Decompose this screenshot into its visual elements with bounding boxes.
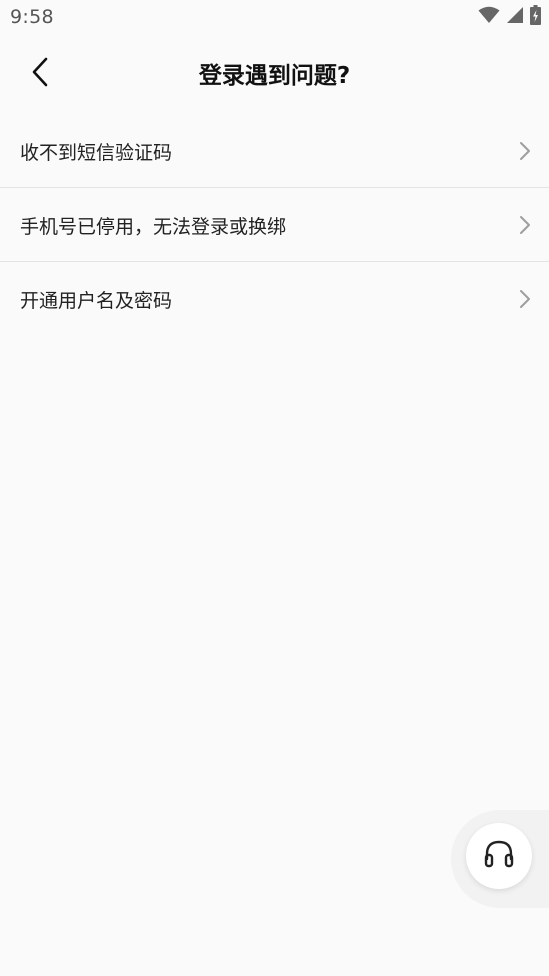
battery-charging-icon: [530, 5, 541, 29]
list-item-label: 手机号已停用，无法登录或换绑: [20, 216, 287, 238]
customer-support-button[interactable]: [466, 823, 532, 889]
cell-signal-icon: [506, 6, 524, 28]
list-item-username-password[interactable]: 开通用户名及密码: [0, 262, 549, 335]
chevron-right-icon: [519, 289, 531, 309]
chevron-right-icon: [519, 141, 531, 161]
status-icons: [478, 5, 541, 29]
list-item-phone-disabled[interactable]: 手机号已停用，无法登录或换绑: [0, 188, 549, 262]
list-item-label: 开通用户名及密码: [20, 290, 173, 312]
chevron-right-icon: [519, 215, 531, 235]
page-title: 登录遇到问题?: [198, 63, 351, 89]
status-time: 9:58: [10, 6, 54, 28]
list-item-sms-code[interactable]: 收不到短信验证码: [0, 114, 549, 188]
status-bar: 9:58: [0, 0, 549, 38]
headphones-icon: [483, 839, 515, 873]
list-item-label: 收不到短信验证码: [20, 142, 173, 164]
wifi-icon: [478, 6, 500, 28]
header: 登录遇到问题?: [0, 38, 549, 110]
help-options-list: 收不到短信验证码 手机号已停用，无法登录或换绑 开通用户名及密码: [0, 114, 549, 335]
